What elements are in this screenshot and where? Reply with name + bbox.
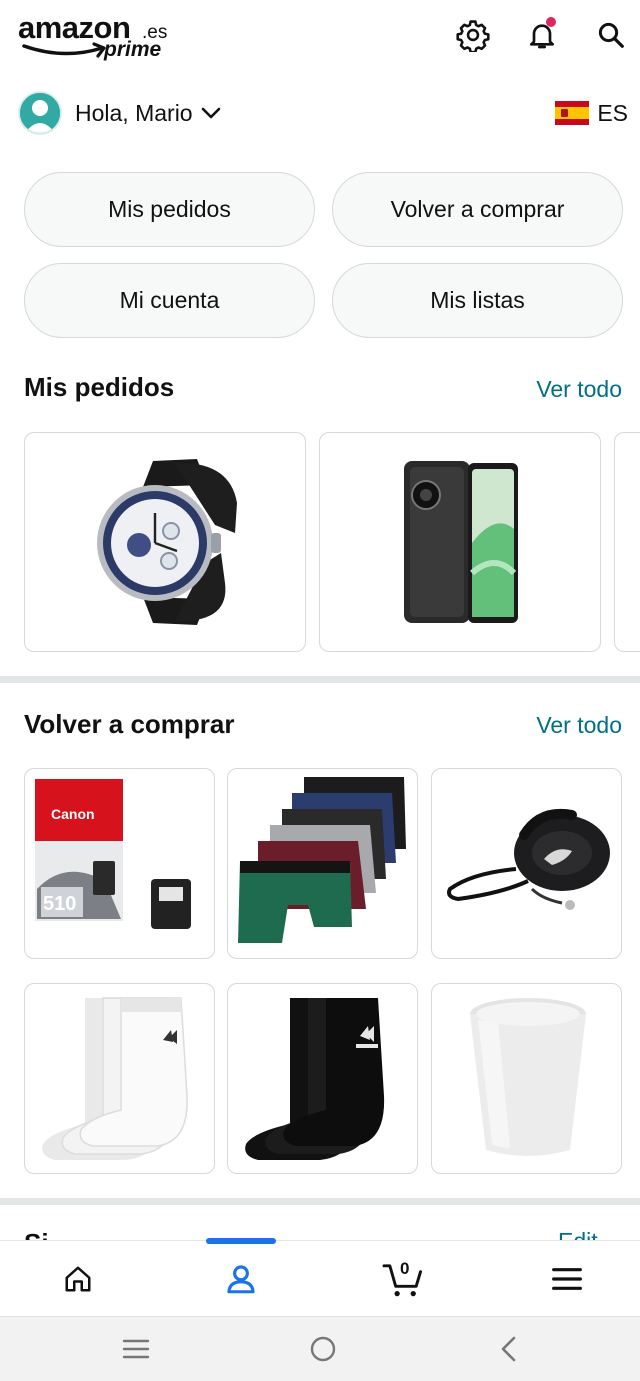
phone-case-image bbox=[404, 461, 518, 623]
smile-arrow-icon bbox=[22, 42, 106, 58]
active-tab-indicator bbox=[206, 1238, 276, 1244]
search-icon bbox=[598, 22, 624, 48]
language-selector[interactable]: ES bbox=[555, 96, 628, 130]
recent-apps-icon bbox=[122, 1339, 150, 1359]
buy-again-item-leash[interactable] bbox=[431, 768, 622, 959]
my-orders-button[interactable]: Mis pedidos bbox=[24, 172, 315, 247]
buy-again-item-black-socks[interactable] bbox=[227, 983, 418, 1174]
orders-see-all-link[interactable]: Ver todo bbox=[536, 376, 622, 403]
home-icon bbox=[65, 1266, 91, 1292]
circle-home-icon bbox=[310, 1336, 336, 1362]
ink-brand-label: Canon bbox=[51, 806, 95, 822]
amazon-prime-logo[interactable]: amazon .es prime bbox=[18, 10, 178, 70]
next-section-link-peek[interactable]: Edit bbox=[558, 1228, 598, 1240]
notification-badge bbox=[546, 17, 556, 27]
nav-account[interactable] bbox=[216, 1257, 266, 1301]
cart-count-badge: 0 bbox=[400, 1259, 410, 1278]
system-navigation-bar bbox=[0, 1316, 640, 1381]
next-section-title-peek: Si bbox=[24, 1228, 49, 1240]
chevron-down-icon bbox=[201, 107, 220, 119]
section-divider bbox=[0, 676, 640, 683]
retractable-leash-image bbox=[447, 809, 610, 910]
back-chevron-icon bbox=[501, 1336, 516, 1362]
logo-prime: prime bbox=[104, 38, 162, 61]
black-socks-image bbox=[245, 998, 385, 1160]
back-system-button[interactable] bbox=[489, 1331, 529, 1367]
buy-again-see-all-link[interactable]: Ver todo bbox=[536, 712, 622, 739]
order-item-phone-case[interactable] bbox=[319, 432, 601, 652]
language-code: ES bbox=[597, 99, 628, 126]
white-socks-image bbox=[42, 997, 188, 1160]
nav-home[interactable] bbox=[53, 1257, 103, 1301]
settings-button[interactable] bbox=[454, 16, 492, 54]
nav-cart[interactable]: 0 bbox=[378, 1257, 428, 1301]
buy-again-button[interactable]: Volver a comprar bbox=[332, 172, 623, 247]
order-item-smartwatch[interactable] bbox=[24, 432, 306, 652]
order-item-peek[interactable] bbox=[614, 432, 640, 652]
search-button[interactable] bbox=[592, 16, 630, 54]
my-account-button[interactable]: Mi cuenta bbox=[24, 263, 315, 338]
account-switcher[interactable]: Hola, Mario bbox=[18, 90, 221, 136]
my-lists-button[interactable]: Mis listas bbox=[332, 263, 623, 338]
gear-icon bbox=[456, 20, 490, 52]
buy-again-item-cup[interactable] bbox=[431, 983, 622, 1174]
buy-again-item-white-socks[interactable] bbox=[24, 983, 215, 1174]
plastic-cup-image bbox=[470, 998, 586, 1156]
recent-apps-button[interactable] bbox=[116, 1331, 156, 1367]
spain-flag-icon bbox=[555, 101, 590, 125]
smartwatch-image bbox=[97, 459, 237, 625]
section-divider bbox=[0, 1198, 640, 1205]
bottom-navigation: 0 bbox=[0, 1238, 640, 1316]
buy-again-item-boxers[interactable] bbox=[227, 768, 418, 959]
canon-ink-cartridge-image bbox=[35, 779, 191, 929]
menu-icon bbox=[552, 1268, 582, 1290]
ink-model-label: 510 bbox=[43, 893, 77, 915]
app-header: amazon .es prime bbox=[0, 0, 640, 78]
boxer-briefs-image bbox=[238, 777, 406, 943]
buy-again-item-ink[interactable]: Canon 510 bbox=[24, 768, 215, 959]
user-avatar-icon bbox=[20, 93, 60, 133]
notifications-button[interactable] bbox=[523, 16, 561, 54]
buy-again-section-title: Volver a comprar bbox=[24, 709, 235, 739]
account-icon bbox=[227, 1265, 255, 1294]
nav-menu[interactable] bbox=[542, 1257, 592, 1301]
avatar bbox=[18, 91, 62, 135]
orders-section-title: Mis pedidos bbox=[24, 372, 175, 402]
home-system-button[interactable] bbox=[303, 1331, 343, 1367]
greeting-text: Hola, Mario bbox=[75, 99, 193, 126]
